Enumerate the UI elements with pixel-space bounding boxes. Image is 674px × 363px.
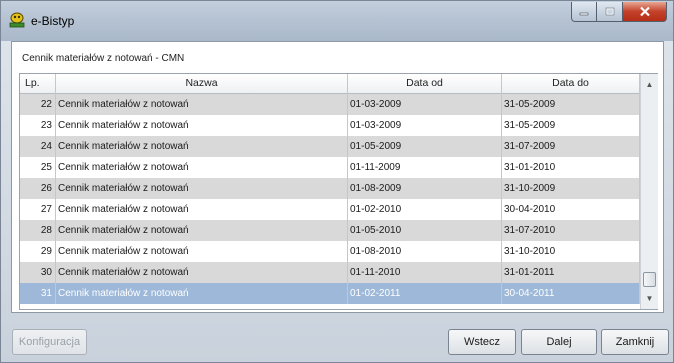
cell-name: Cennik materiałów z notowań (56, 115, 348, 136)
table-header: Lp. Nazwa Data od Data do (20, 74, 640, 94)
cell-lp: 26 (20, 178, 56, 199)
cell-lp: 22 (20, 94, 56, 115)
table-row[interactable]: 31 Cennik materiałów z notowań 01-02-2011 3… (20, 283, 640, 304)
table-row[interactable]: 26 Cennik materiałów z notowań 01-08-2009 3… (20, 178, 640, 199)
table-row[interactable]: 23 Cennik materiałów z notowań 01-03-2009 3… (20, 115, 640, 136)
cell-name: Cennik materiałów z notowań (56, 220, 348, 241)
header-lp[interactable]: Lp. (20, 74, 56, 94)
header-name[interactable]: Nazwa (56, 74, 348, 94)
cell-date-to: 30-04-2011 (502, 283, 640, 304)
table-row[interactable]: 29 Cennik materiałów z notowań 01-08-2010 3… (20, 241, 640, 262)
cell-name: Cennik materiałów z notowań (56, 157, 348, 178)
price-list-table: Lp. Nazwa Data od Data do 22 Cennik mater… (19, 73, 658, 310)
app-window: e-Bistyp Cennik materiałów z notowań - C… (0, 0, 674, 363)
cell-name: Cennik materiałów z notowań (56, 136, 348, 157)
table-row[interactable]: 27 Cennik materiałów z notowań 01-02-2010 3… (20, 199, 640, 220)
table-row[interactable]: 24 Cennik materiałów z notowań 01-05-2009 3… (20, 136, 640, 157)
cell-lp: 27 (20, 199, 56, 220)
cell-date-to: 30-04-2010 (502, 199, 640, 220)
next-button[interactable]: Dalej (521, 329, 597, 355)
cell-date-to: 31-01-2011 (502, 262, 640, 283)
header-date-from[interactable]: Data od (348, 74, 502, 94)
cell-date-from: 01-02-2011 (348, 283, 502, 304)
cell-date-to: 31-01-2010 (502, 157, 640, 178)
scroll-up-icon[interactable]: ▲ (641, 76, 658, 93)
vertical-scrollbar[interactable]: ▲ ▼ (640, 74, 658, 309)
maximize-button[interactable] (597, 2, 623, 22)
cell-name: Cennik materiałów z notowań (56, 283, 348, 304)
cell-name: Cennik materiałów z notowań (56, 241, 348, 262)
cell-date-from: 01-03-2009 (348, 94, 502, 115)
window-controls (571, 2, 667, 22)
cell-date-from: 01-05-2009 (348, 136, 502, 157)
cell-lp: 24 (20, 136, 56, 157)
client-area: Cennik materiałów z notowań - CMN Lp. Na… (11, 41, 664, 313)
maximize-icon (605, 7, 614, 16)
minimize-button[interactable] (571, 2, 597, 22)
scroll-down-icon[interactable]: ▼ (641, 290, 658, 307)
table-row[interactable]: 28 Cennik materiałów z notowań 01-05-2010 3… (20, 220, 640, 241)
cell-date-from: 01-03-2009 (348, 115, 502, 136)
cell-lp: 23 (20, 115, 56, 136)
cell-name: Cennik materiałów z notowań (56, 178, 348, 199)
cell-date-to: 31-10-2009 (502, 178, 640, 199)
close-window-button[interactable] (623, 2, 667, 22)
list-subtitle: Cennik materiałów z notowań - CMN (22, 53, 185, 64)
configuration-button[interactable]: Konfiguracja (12, 329, 87, 355)
app-icon (9, 12, 25, 28)
window-title: e-Bistyp (31, 14, 75, 28)
close-button[interactable]: Zamknij (601, 329, 669, 355)
close-icon (639, 6, 650, 17)
header-date-to[interactable]: Data do (502, 74, 640, 94)
cell-lp: 29 (20, 241, 56, 262)
cell-date-from: 01-11-2010 (348, 262, 502, 283)
table-body: 22 Cennik materiałów z notowań 01-03-2009 3… (20, 94, 640, 304)
cell-date-to: 31-05-2009 (502, 94, 640, 115)
back-button[interactable]: Wstecz (448, 329, 516, 355)
table-row[interactable]: 25 Cennik materiałów z notowań 01-11-2009 3… (20, 157, 640, 178)
table-row[interactable]: 30 Cennik materiałów z notowań 01-11-2010 3… (20, 262, 640, 283)
cell-lp: 31 (20, 283, 56, 304)
table-row[interactable]: 22 Cennik materiałów z notowań 01-03-2009 3… (20, 94, 640, 115)
cell-date-to: 31-07-2009 (502, 136, 640, 157)
cell-lp: 30 (20, 262, 56, 283)
cell-name: Cennik materiałów z notowań (56, 94, 348, 115)
cell-date-from: 01-08-2009 (348, 178, 502, 199)
title-bar[interactable]: e-Bistyp (1, 1, 673, 41)
cell-date-from: 01-11-2009 (348, 157, 502, 178)
cell-date-to: 31-05-2009 (502, 115, 640, 136)
cell-name: Cennik materiałów z notowań (56, 199, 348, 220)
minimize-icon (579, 12, 589, 15)
cell-lp: 28 (20, 220, 56, 241)
cell-name: Cennik materiałów z notowań (56, 262, 348, 283)
cell-date-from: 01-05-2010 (348, 220, 502, 241)
cell-date-from: 01-02-2010 (348, 199, 502, 220)
cell-date-to: 31-10-2010 (502, 241, 640, 262)
cell-date-to: 31-07-2010 (502, 220, 640, 241)
scroll-thumb[interactable] (643, 272, 656, 287)
cell-lp: 25 (20, 157, 56, 178)
cell-date-from: 01-08-2010 (348, 241, 502, 262)
